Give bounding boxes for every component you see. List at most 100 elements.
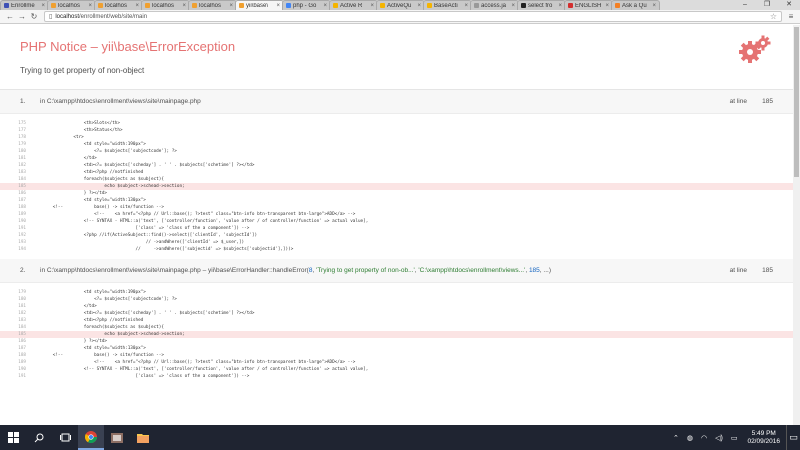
tab-close-icon[interactable]: × — [229, 3, 233, 9]
browser-tab[interactable]: Enrollme × — [0, 0, 49, 10]
network-icon[interactable]: ◍ — [687, 434, 693, 442]
code-line-number: 179 — [18, 290, 26, 295]
new-tab-button[interactable] — [662, 2, 676, 10]
code-text: <?= $subjects['subjectcode']; ?> — [32, 297, 177, 302]
browser-tab[interactable]: localhos × — [94, 0, 143, 10]
line-number: 185 — [762, 267, 773, 274]
reload-icon[interactable]: ↻ — [28, 12, 40, 21]
code-line: 183 <td><?php //notfinished — [0, 317, 793, 324]
bookmark-star-icon[interactable]: ☆ — [770, 12, 777, 21]
code-line-number: 191 — [18, 374, 26, 379]
tab-close-icon[interactable]: × — [135, 3, 139, 9]
page-scrollbar[interactable] — [793, 25, 800, 425]
code-line: 189 <!-- <a href="<?php // Url::base(); … — [0, 211, 793, 218]
tab-favicon-icon — [239, 3, 244, 8]
call-file-path: C:\xampp\htdocs\enrollment\views\site\ma… — [46, 267, 201, 274]
code-line-number: 185 — [18, 184, 26, 189]
browser-tab[interactable]: Active R × — [329, 0, 378, 10]
call-stack-item[interactable]: 1. in C:\xampp\htdocs\enrollment\views\si… — [0, 90, 793, 114]
chevron-up-icon[interactable]: ⌃ — [673, 434, 679, 442]
code-line: 191 ['class' => 'class of the a componen… — [0, 373, 793, 380]
tab-close-icon[interactable]: × — [276, 3, 280, 9]
browser-tab[interactable]: Ask a Qu × — [611, 0, 660, 10]
wifi-icon[interactable]: ◠ — [701, 434, 707, 442]
keyboard-icon[interactable]: ▭ — [731, 434, 738, 442]
tab-label: Ask a Qu — [622, 2, 647, 9]
tab-label: Active R — [340, 2, 363, 9]
tab-close-icon[interactable]: × — [605, 3, 609, 9]
code-line: 191 ['class' => 'class of the a componen… — [0, 225, 793, 232]
browser-tab[interactable]: select fro × — [517, 0, 566, 10]
app-icon[interactable] — [104, 425, 130, 450]
call-prefix: in — [40, 98, 47, 105]
tab-label: ENGLISH — [575, 2, 602, 9]
error-header: PHP Notice – yii\base\ErrorException Try… — [0, 25, 793, 90]
code-line: 193 // ->andWhere(['clientId' => $_user,… — [0, 239, 793, 246]
tab-close-icon[interactable]: × — [88, 3, 92, 9]
browser-tab[interactable]: localhos × — [188, 0, 237, 10]
page-icon: ▯ — [49, 14, 53, 20]
tab-close-icon[interactable]: × — [323, 3, 327, 9]
code-text: <td style="width:190px"> — [32, 290, 146, 295]
code-line-number: 194 — [18, 247, 26, 252]
tab-close-icon[interactable]: × — [182, 3, 186, 9]
clock-time: 5:49 PM — [751, 429, 776, 437]
code-line: 188 <!-- base() -> site/function --> — [0, 352, 793, 359]
minimize-button[interactable]: – — [734, 0, 756, 10]
volume-icon[interactable]: ◁) — [715, 434, 723, 442]
scrollbar-thumb[interactable] — [794, 27, 799, 177]
tab-close-icon[interactable]: × — [464, 3, 468, 9]
tab-bar: Enrollme × localhos × localhos × localhos × loca… — [0, 0, 800, 10]
tab-close-icon[interactable]: × — [558, 3, 562, 9]
code-line-number: 183 — [18, 170, 26, 175]
browser-tab[interactable]: yii\base\ × — [235, 0, 284, 10]
line-number: 185 — [762, 98, 773, 105]
address-bar: ← → ↻ ▯ localhost/enrollment/web/site/ma… — [0, 10, 800, 24]
code-line-number: 190 — [18, 367, 26, 372]
call-function: – yii\base\ErrorHandler::handleError( — [200, 267, 309, 274]
browser-tab[interactable]: php - Go × — [282, 0, 331, 10]
file-explorer-icon[interactable] — [130, 425, 156, 450]
code-text: ['class' => 'class of the a component'])… — [32, 226, 250, 231]
code-line-number: 187 — [18, 346, 26, 351]
tab-close-icon[interactable]: × — [41, 3, 45, 9]
code-line: 180 <?= $subjects['subjectcode']; ?> — [0, 148, 793, 155]
tab-close-icon[interactable]: × — [417, 3, 421, 9]
browser-tab[interactable]: access.ja × — [470, 0, 519, 10]
clock[interactable]: 5:49 PM 02/09/2016 — [747, 430, 780, 446]
code-line: 188 <!-- base() -> site/function --> — [0, 204, 793, 211]
browser-tab[interactable]: BaseActi × — [423, 0, 472, 10]
tab-label: yii\base\ — [246, 2, 269, 9]
browser-tab[interactable]: localhos × — [141, 0, 190, 10]
code-line: 194 // ->andWhere(['subjectid' => $subje… — [0, 246, 793, 253]
code-line: 180 <?= $subjects['subjectcode']; ?> — [0, 296, 793, 303]
code-line-number: 182 — [18, 311, 26, 316]
tab-favicon-icon — [145, 3, 150, 8]
code-line: 187 <td style="width:130px"> — [0, 345, 793, 352]
code-text: <td><?php //notfinished — [32, 170, 144, 175]
task-view-icon[interactable] — [52, 425, 78, 450]
tab-close-icon[interactable]: × — [511, 3, 515, 9]
search-icon[interactable] — [26, 425, 52, 450]
tab-close-icon[interactable]: × — [370, 3, 374, 9]
browser-tab[interactable]: localhos × — [47, 0, 96, 10]
tab-favicon-icon — [286, 3, 291, 8]
browser-tab[interactable]: ENGLISH × — [564, 0, 613, 10]
system-tray: ⌃ ◍ ◠ ◁) ▭ 5:49 PM 02/09/2016 ▭ — [669, 425, 800, 450]
browser-menu-icon[interactable]: ≡ — [786, 12, 796, 21]
browser-tab[interactable]: ActiveQu × — [376, 0, 425, 10]
close-window-button[interactable]: ✕ — [778, 0, 800, 10]
maximize-button[interactable]: ❐ — [756, 0, 778, 10]
tab-close-icon[interactable]: × — [652, 3, 656, 9]
back-icon[interactable]: ← — [4, 12, 16, 21]
forward-icon[interactable]: → — [16, 12, 28, 21]
code-text: <!-- SYNTAX - HTML::a('text', ['controll… — [32, 219, 369, 224]
call-stack-item[interactable]: 2. in C:\xampp\htdocs\enrollment\views\si… — [0, 259, 793, 283]
code-snippet: 179 <td style="width:190px"> 180 <?= $sub… — [0, 283, 793, 386]
url-input[interactable]: ▯ localhost/enrollment/web/site/main ☆ — [44, 11, 782, 22]
at-line-label: at line — [729, 267, 747, 274]
notification-icon[interactable]: ▭ — [786, 425, 800, 450]
windows-start-icon[interactable] — [0, 425, 26, 450]
error-type: PHP Notice — [20, 39, 87, 54]
chrome-icon[interactable] — [78, 425, 104, 450]
